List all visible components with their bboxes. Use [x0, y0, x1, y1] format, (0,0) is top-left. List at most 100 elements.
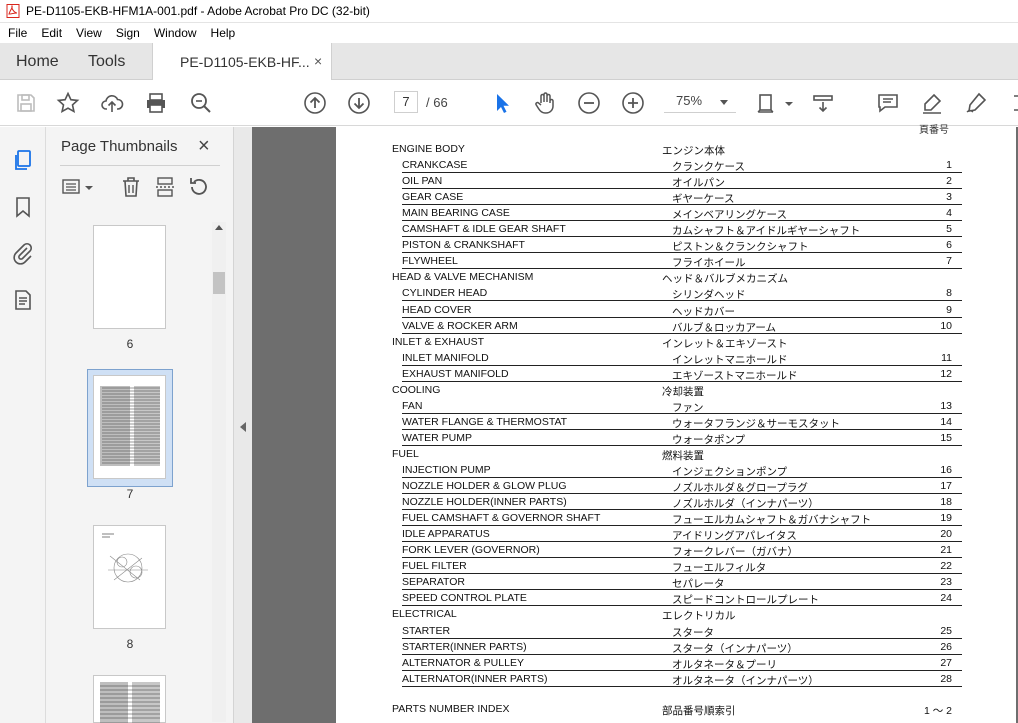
toc-item-en: WATER FLANGE & THERMOSTAT	[402, 416, 568, 428]
menu-edit[interactable]: Edit	[33, 26, 68, 40]
thumbnail-options-icon[interactable]	[61, 175, 95, 199]
previous-page-icon[interactable]	[303, 91, 327, 115]
print-icon[interactable]	[144, 91, 168, 115]
attachment-icon[interactable]	[11, 241, 35, 265]
toc-row[interactable]: FORK LEVER (GOVERNOR) フォークレバー（ガバナ） 21	[392, 542, 962, 558]
menu-window[interactable]: Window	[146, 26, 203, 40]
menu-view[interactable]: View	[68, 26, 108, 40]
toc-row[interactable]: STARTER(INNER PARTS) スタータ（インナパーツ） 26	[392, 639, 962, 655]
toc-row[interactable]: CAMSHAFT & IDLE GEAR SHAFT カムシャフト＆アイドルギヤー…	[392, 221, 962, 237]
close-panel-icon[interactable]: ×	[198, 135, 210, 158]
tab-close-icon[interactable]: ×	[314, 53, 322, 69]
toc-row[interactable]: MAIN BEARING CASE メインベアリングケース 4	[392, 205, 962, 221]
title-bar: PE-D1105-EKB-HFM1A-001.pdf - Adobe Acrob…	[0, 0, 1018, 23]
scroll-up-icon[interactable]	[215, 225, 223, 230]
toc-row[interactable]: VALVE & ROCKER ARM バルブ＆ロッカアーム 10	[392, 318, 962, 334]
toc-item-en: CYLINDER HEAD	[402, 287, 488, 299]
page-fit-icon[interactable]	[755, 91, 779, 115]
extract-page-icon[interactable]	[153, 175, 177, 199]
bookmark-icon[interactable]	[11, 195, 35, 219]
page-thumbnail-6[interactable]	[93, 225, 166, 329]
tab-document-label: PE-D1105-EKB-HF...	[180, 54, 310, 70]
toc-item-en: STARTER	[402, 625, 451, 637]
toc-row[interactable]: SPEED CONTROL PLATE スピードコントロールプレート 24	[392, 590, 962, 606]
toc-row[interactable]: INLET MANIFOLD インレットマニホールド 11	[392, 350, 962, 366]
section-title-en: COOLING	[392, 384, 441, 396]
toc-row[interactable]: NOZZLE HOLDER(INNER PARTS) ノズルホルダ（インナパーツ）…	[392, 494, 962, 510]
toc-row[interactable]: IDLE APPARATUS アイドリングアパレイタス 20	[392, 526, 962, 542]
toc-row[interactable]: FUEL FILTER フューエルフィルタ 22	[392, 558, 962, 574]
toc-row[interactable]: SEPARATOR セパレータ 23	[392, 574, 962, 590]
toc-row[interactable]: PISTON & CRANKSHAFT ピストン＆クランクシャフト 6	[392, 237, 962, 253]
zoom-in-icon[interactable]	[621, 91, 645, 115]
toc-index-row[interactable]: PARTS NUMBER INDEX 部品番号順索引 1 ～ 2	[392, 701, 962, 717]
toc-item-en: NOZZLE HOLDER(INNER PARTS)	[402, 496, 567, 508]
toc-row[interactable]: FUEL CAMSHAFT & GOVERNOR SHAFT フューエルカムシャフ…	[392, 510, 962, 526]
tab-home[interactable]: Home	[16, 53, 59, 71]
toc-row[interactable]: STARTER スタータ 25	[392, 623, 962, 639]
toc-row[interactable]: NOZZLE HOLDER & GLOW PLUG ノズルホルダ＆グロープラグ 17	[392, 478, 962, 494]
highlight-pen-icon[interactable]	[920, 91, 944, 115]
scrollbar-thumb[interactable]	[213, 272, 225, 294]
comment-icon[interactable]	[876, 91, 900, 115]
delete-page-icon[interactable]	[119, 175, 143, 199]
page-thumbnails-icon[interactable]	[11, 148, 35, 172]
menu-file[interactable]: File	[0, 26, 33, 40]
scroll-mode-icon[interactable]	[811, 91, 835, 115]
toc-row[interactable]: ALTERNATOR(INNER PARTS) オルタネータ（インナパーツ） 28	[392, 671, 962, 687]
toc-item-en: EXHAUST MANIFOLD	[402, 368, 509, 380]
tab-tools[interactable]: Tools	[88, 53, 125, 71]
menu-help[interactable]: Help	[203, 26, 242, 40]
save-icon[interactable]	[14, 91, 38, 115]
index-title-jp: 部品番号順索引	[662, 705, 736, 717]
select-cursor-icon[interactable]	[490, 91, 514, 115]
toc-item-page: 28	[940, 673, 952, 685]
collapse-panel-handle[interactable]	[234, 127, 252, 723]
toc-row[interactable]: HEAD COVER ヘッドカバー 9	[392, 302, 962, 318]
toc-item-page: 7	[946, 255, 952, 267]
upload-cloud-icon[interactable]	[100, 91, 124, 115]
page-thumbnail-9[interactable]	[93, 675, 166, 723]
fill-sign-icon[interactable]	[964, 91, 988, 115]
menu-sign[interactable]: Sign	[108, 26, 146, 40]
toc-row[interactable]: CRANKCASE クランクケース 1	[392, 157, 962, 173]
thumbnail-label-8: 8	[126, 637, 134, 651]
toc-row[interactable]: WATER PUMP ウォータポンプ 15	[392, 430, 962, 446]
toc-item-en: WATER PUMP	[402, 432, 472, 444]
toc-item-page: 10	[940, 320, 952, 332]
toc-row[interactable]: CYLINDER HEAD シリンダヘッド 8	[392, 285, 962, 301]
toc-item-page: 17	[940, 480, 952, 492]
toc-item-en: SPEED CONTROL PLATE	[402, 592, 527, 604]
toc-row[interactable]: FAN ファン 13	[392, 398, 962, 414]
toc-row[interactable]: OIL PAN オイルパン 2	[392, 173, 962, 189]
toc-item-en: SEPARATOR	[402, 576, 466, 588]
toc-item-page: 25	[940, 625, 952, 637]
zoom-out-icon[interactable]	[577, 91, 601, 115]
star-bookmark-icon[interactable]	[56, 91, 80, 115]
toc-row[interactable]: FLYWHEEL フライホイール 7	[392, 253, 962, 269]
toc-row[interactable]: GEAR CASE ギヤーケース 3	[392, 189, 962, 205]
window-title: PE-D1105-EKB-HFM1A-001.pdf - Adobe Acrob…	[26, 4, 370, 18]
toc-item-page: 1	[946, 159, 952, 171]
tab-document[interactable]: PE-D1105-EKB-HF... ×	[152, 43, 332, 80]
rotate-page-icon[interactable]	[187, 175, 211, 199]
document-content-icon[interactable]	[11, 288, 35, 312]
thumbnails-scrollbar[interactable]	[212, 222, 226, 722]
section-title-jp: エンジン本体	[662, 145, 725, 157]
page-number-input[interactable]: 7	[394, 91, 418, 113]
toc-row[interactable]: INJECTION PUMP インジェクションポンプ 16	[392, 462, 962, 478]
hand-tool-icon[interactable]	[533, 91, 557, 115]
toc-row[interactable]: WATER FLANGE & THERMOSTAT ウォータフランジ＆サーモスタッ…	[392, 414, 962, 430]
section-title-jp: 燃料装置	[662, 450, 704, 462]
page-thumbnail-8[interactable]	[93, 525, 166, 629]
next-page-icon[interactable]	[347, 91, 371, 115]
toc-row[interactable]: ALTERNATOR & PULLEY オルタネータ＆プーリ 27	[392, 655, 962, 671]
more-tools-icon[interactable]	[1006, 91, 1018, 115]
zoom-search-icon[interactable]	[189, 91, 213, 115]
toc-item-page: 27	[940, 657, 952, 669]
page-thumbnail-7[interactable]	[93, 375, 166, 479]
zoom-dropdown-icon[interactable]	[720, 100, 728, 105]
toc-row[interactable]: EXHAUST MANIFOLD エキゾーストマニホールド 12	[392, 366, 962, 382]
collapse-arrow-icon[interactable]	[240, 422, 246, 432]
page-fit-dropdown-icon[interactable]	[777, 91, 793, 115]
